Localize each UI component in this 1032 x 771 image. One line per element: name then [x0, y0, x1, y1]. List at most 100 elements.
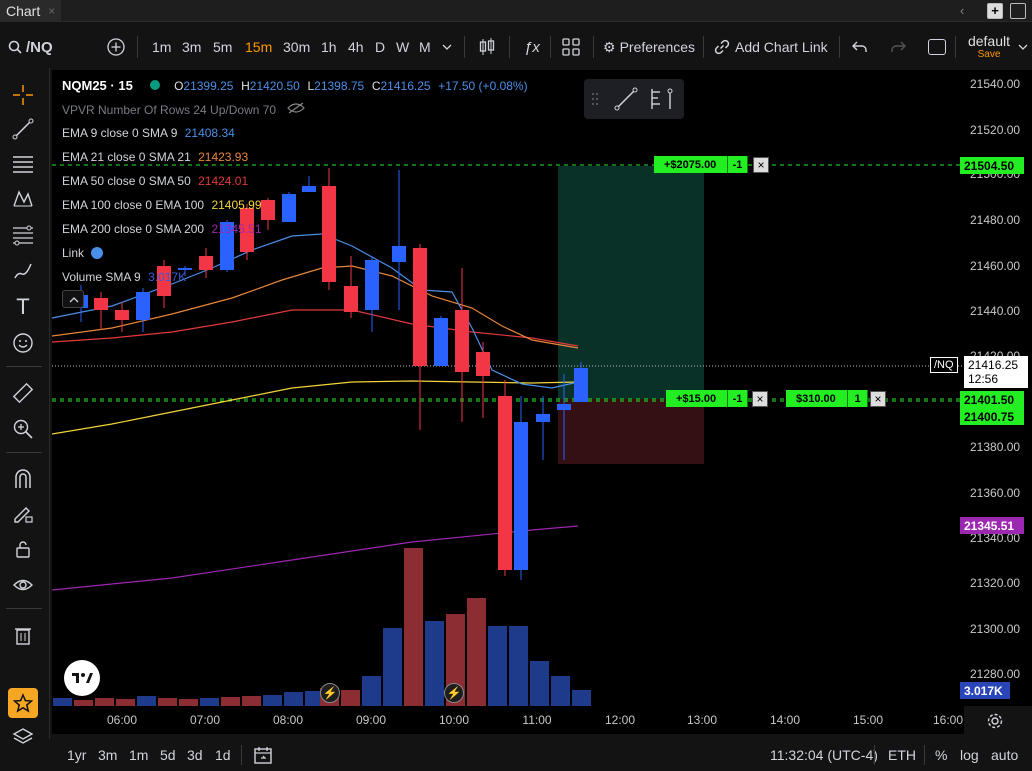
collapse-icon[interactable]: ‹	[960, 3, 964, 18]
object-tree-icon[interactable]	[8, 722, 38, 752]
interval-w[interactable]: W	[396, 26, 409, 68]
time-axis[interactable]: 06:00 07:00 08:00 09:00 10:00 11:00 12:0…	[52, 706, 964, 734]
entry-price-label: 21400.75	[960, 408, 1024, 425]
log-scale-toggle[interactable]: log	[960, 738, 979, 771]
range-1yr[interactable]: 1yr	[67, 738, 86, 771]
candles-icon[interactable]	[478, 26, 496, 68]
ruler-icon[interactable]	[8, 378, 38, 408]
goto-date-icon[interactable]	[254, 738, 274, 771]
interval-1h[interactable]: 1h	[321, 26, 337, 68]
high-label: H	[241, 79, 250, 93]
long-position-tool-icon[interactable]	[648, 87, 676, 114]
redo-icon[interactable]	[890, 26, 906, 68]
volume-bar	[284, 692, 303, 706]
layout-grid-icon[interactable]	[562, 26, 580, 68]
collapse-legend-icon[interactable]	[62, 290, 84, 308]
interval-m[interactable]: M	[419, 26, 431, 68]
visibility-icon[interactable]	[8, 570, 38, 600]
horizontal-lines-icon[interactable]	[8, 148, 38, 178]
zoom-in-icon[interactable]	[8, 414, 38, 444]
ema100-legend[interactable]: EMA 100 close 0 EMA 100 21405.99	[62, 198, 262, 212]
interval-5m[interactable]: 5m	[213, 26, 232, 68]
layout-save-button[interactable]: default Save	[962, 33, 1016, 60]
layout-dropdown-icon[interactable]	[1018, 26, 1028, 68]
tradingview-logo[interactable]	[64, 660, 100, 696]
lock-drawings-pencil-icon[interactable]	[8, 498, 38, 528]
interval-1m[interactable]: 1m	[152, 26, 171, 68]
ema21-legend[interactable]: EMA 21 close 0 SMA 21 21423.93	[62, 150, 248, 164]
lock-icon[interactable]	[8, 534, 38, 564]
candle-body	[498, 396, 512, 570]
fib-icon[interactable]	[8, 220, 38, 250]
ema100-label: EMA 100 close 0 EMA 100	[62, 198, 205, 212]
hidden-eye-icon[interactable]	[287, 102, 306, 117]
magnet-icon[interactable]	[8, 464, 38, 494]
interval-15m[interactable]: 15m	[245, 26, 272, 68]
price-tick: 21440.00	[970, 304, 1021, 318]
line-tool-icon[interactable]	[614, 87, 638, 114]
session-eth[interactable]: ETH	[888, 738, 916, 771]
trend-line-icon[interactable]	[8, 114, 38, 144]
fullscreen-icon[interactable]	[928, 26, 946, 68]
add-panel-icon[interactable]: +	[987, 3, 1003, 19]
emoji-icon[interactable]	[8, 328, 38, 358]
vpvr-legend[interactable]: VPVR Number Of Rows 24 Up/Down 70	[62, 102, 306, 117]
interval-dropdown-icon[interactable]	[442, 26, 452, 68]
compare-button[interactable]	[106, 26, 126, 68]
chart-pane[interactable]: NQM25 · 15 O21399.25 H21420.50 L21398.75…	[52, 70, 964, 706]
tab-close-icon[interactable]: ×	[48, 4, 55, 18]
volume-bar	[158, 698, 177, 706]
volume-legend[interactable]: Volume SMA 9 3.017K	[62, 270, 186, 284]
link-legend[interactable]: Link	[62, 246, 104, 260]
event-lightning-icon[interactable]: ⚡	[444, 683, 464, 703]
crosshair-icon[interactable]	[8, 80, 38, 110]
preferences-button[interactable]: ⚙ Preferences	[603, 26, 695, 68]
cancel-target-icon[interactable]: ×	[753, 157, 769, 173]
ema50-legend[interactable]: EMA 50 close 0 SMA 50 21424.01	[62, 174, 248, 188]
range-1m[interactable]: 1m	[129, 738, 148, 771]
ema200-legend[interactable]: EMA 200 close 0 SMA 200 21345.51	[62, 222, 262, 236]
clock-timezone[interactable]: 11:32:04 (UTC-4)	[770, 738, 878, 771]
interval-3m[interactable]: 3m	[182, 26, 201, 68]
range-1d[interactable]: 1d	[215, 738, 231, 771]
undo-icon[interactable]	[852, 26, 868, 68]
candle-body	[302, 186, 316, 192]
pattern-icon[interactable]	[8, 184, 38, 214]
symbol-search[interactable]: /NQ	[8, 26, 53, 68]
add-chart-link-button[interactable]: Add Chart Link	[714, 26, 828, 68]
range-3d[interactable]: 3d	[187, 738, 203, 771]
interval-30m[interactable]: 30m	[283, 26, 310, 68]
symbol-legend[interactable]: NQM25 · 15 O21399.25 H21420.50 L21398.75…	[62, 78, 528, 93]
favorites-star-icon[interactable]	[8, 688, 38, 718]
percent-scale-toggle[interactable]: %	[935, 738, 947, 771]
time-tick: 12:00	[604, 713, 636, 727]
interval-d[interactable]: D	[375, 26, 385, 68]
tab-chart[interactable]: Chart ×	[0, 0, 62, 22]
range-5d[interactable]: 5d	[160, 738, 176, 771]
auto-scale-toggle[interactable]: auto	[991, 738, 1018, 771]
plus-circle-icon	[107, 38, 125, 56]
drag-handle-icon[interactable]	[591, 92, 599, 106]
ema9-legend[interactable]: EMA 9 close 0 SMA 9 21408.34	[62, 126, 235, 140]
indicators-fx-icon[interactable]: ƒx	[524, 26, 540, 68]
text-icon[interactable]: T	[8, 292, 38, 322]
time-tick: 06:00	[106, 713, 138, 727]
price-chart[interactable]	[52, 70, 964, 706]
range-3m[interactable]: 3m	[98, 738, 117, 771]
candle-body	[574, 368, 588, 402]
chart-settings-icon[interactable]	[986, 712, 1004, 733]
link-icon	[714, 39, 730, 55]
maximize-icon[interactable]	[1010, 3, 1026, 19]
close-position-icon[interactable]: ×	[870, 391, 886, 407]
target-order-label[interactable]: +$2075.00 -1	[654, 156, 748, 173]
separator	[593, 36, 594, 58]
price-axis[interactable]: 21540.00 21520.00 21500.00 21480.00 2146…	[930, 70, 1032, 706]
event-lightning-icon[interactable]: ⚡	[320, 683, 340, 703]
brush-icon[interactable]	[8, 256, 38, 286]
cancel-stop-icon[interactable]: ×	[752, 391, 768, 407]
interval-4h[interactable]: 4h	[348, 26, 364, 68]
trash-icon[interactable]	[8, 620, 38, 650]
entry-position-label[interactable]: $310.00 1	[786, 390, 868, 407]
stop-order-label[interactable]: +$15.00 -1	[666, 390, 748, 407]
last-price-label: 21416.25 12:56	[964, 356, 1028, 388]
